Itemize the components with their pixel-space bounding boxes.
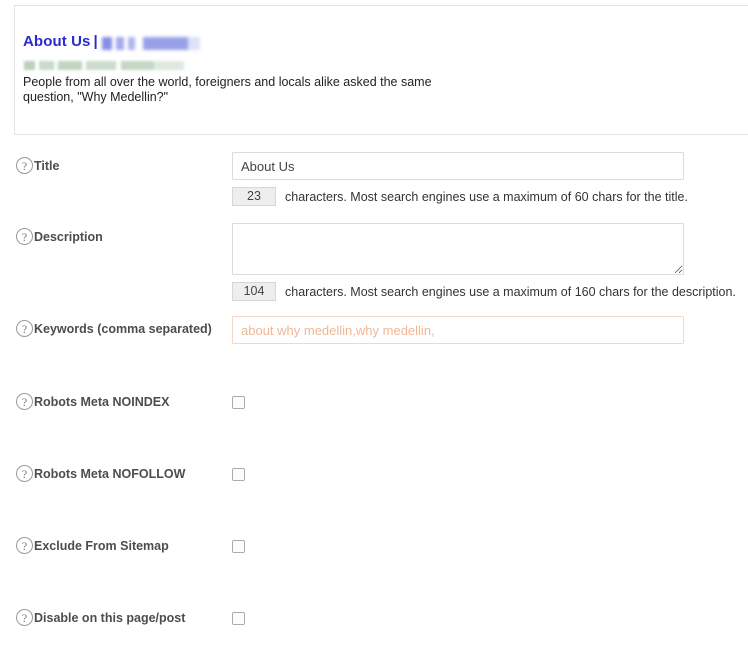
row-label-text: Title	[34, 158, 60, 173]
description-counter-line: 104 characters. Most search engines use …	[232, 282, 736, 301]
form-row-keywords: ? Keywords (comma separated)	[0, 300, 748, 372]
field-description: 104 characters. Most search engines use …	[232, 223, 736, 301]
field-title: 23 characters. Most search engines use a…	[232, 152, 688, 206]
question-mark-icon[interactable]: ?	[16, 465, 33, 482]
row-label-text: Robots Meta NOINDEX	[34, 394, 170, 409]
label-exclude-sitemap: ? Exclude From Sitemap	[16, 537, 169, 554]
field-disable-page	[232, 612, 245, 625]
title-char-counter: 23	[232, 187, 276, 206]
exclude-sitemap-checkbox[interactable]	[232, 540, 245, 553]
row-label-text: Description	[34, 229, 103, 244]
robots-nofollow-checkbox[interactable]	[232, 468, 245, 481]
redacted-sitename	[101, 36, 200, 50]
label-robots-noindex: ? Robots Meta NOINDEX	[16, 393, 169, 410]
row-label-text: Exclude From Sitemap	[34, 538, 169, 553]
keywords-input[interactable]	[232, 316, 684, 344]
label-description: ? Description	[16, 228, 103, 245]
row-label-text: Keywords (comma separated)	[34, 321, 212, 336]
label-robots-nofollow: ? Robots Meta NOFOLLOW	[16, 465, 185, 482]
form-row-description: ? Description 104 characters. Most searc…	[0, 208, 748, 301]
serp-title-text: About Us	[23, 33, 91, 50]
row-label-text: Robots Meta NOFOLLOW	[34, 466, 186, 481]
serp-preview-description: People from all over the world, foreigne…	[23, 75, 432, 104]
question-mark-icon[interactable]: ?	[16, 609, 33, 626]
title-counter-line: 23 characters. Most search engines use a…	[232, 187, 688, 206]
form-row-exclude-sitemap: ? Exclude From Sitemap	[0, 516, 748, 588]
serp-title-separator: |	[93, 33, 98, 50]
disable-page-checkbox[interactable]	[232, 612, 245, 625]
label-disable-page: ? Disable on this page/post	[16, 609, 185, 626]
form-row-robots-noindex: ? Robots Meta NOINDEX	[0, 372, 748, 444]
title-input[interactable]	[232, 152, 684, 180]
description-char-counter: 104	[232, 282, 276, 301]
field-keywords	[232, 316, 684, 344]
row-label-text: Disable on this page/post	[34, 610, 186, 625]
field-exclude-sitemap	[232, 540, 245, 553]
label-title: ? Title	[16, 157, 59, 174]
redacted-url	[24, 61, 184, 70]
form-row-robots-nofollow: ? Robots Meta NOFOLLOW	[0, 444, 748, 516]
title-counter-hint: characters. Most search engines use a ma…	[285, 189, 688, 204]
question-mark-icon[interactable]: ?	[16, 157, 33, 174]
question-mark-icon[interactable]: ?	[16, 320, 33, 337]
field-robots-noindex	[232, 396, 245, 409]
seo-settings-form: ? Title 23 characters. Most search engin…	[0, 136, 748, 660]
question-mark-icon[interactable]: ?	[16, 228, 33, 245]
serp-preview-panel: About Us | People from all over the worl…	[14, 5, 748, 135]
description-counter-hint: characters. Most search engines use a ma…	[285, 284, 736, 299]
question-mark-icon[interactable]: ?	[16, 537, 33, 554]
field-robots-nofollow	[232, 468, 245, 481]
serp-preview-title[interactable]: About Us |	[23, 34, 748, 50]
form-row-disable-page: ? Disable on this page/post	[0, 588, 748, 660]
robots-noindex-checkbox[interactable]	[232, 396, 245, 409]
label-keywords: ? Keywords (comma separated)	[16, 320, 212, 337]
description-textarea[interactable]	[232, 223, 684, 275]
form-row-title: ? Title 23 characters. Most search engin…	[0, 136, 748, 208]
question-mark-icon[interactable]: ?	[16, 393, 33, 410]
